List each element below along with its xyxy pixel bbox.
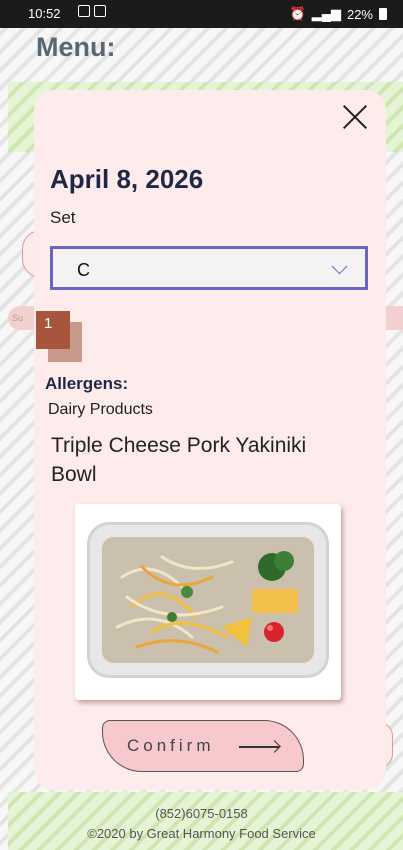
alarm-icon: ⏰ (289, 6, 306, 21)
close-icon[interactable] (338, 100, 372, 134)
status-time: 10:52 (28, 6, 61, 21)
status-bar: 10:52 ⏰ ▂▄▆ 22% (0, 0, 403, 28)
food-image (102, 537, 314, 663)
allergens-value: Dairy Products (48, 401, 153, 418)
check-notification-icon (94, 5, 106, 17)
bento-tray-image (87, 522, 329, 678)
set-label: Set (50, 208, 76, 227)
footer-band (8, 792, 403, 850)
confirm-label: Confirm (127, 736, 215, 755)
footer-phone: (852)6075-0158 (155, 806, 248, 821)
footer-copyright: ©2020 by Great Harmony Food Service (87, 826, 316, 841)
set-selected-value: C (77, 260, 90, 280)
allergens-title: Allergens: (45, 374, 129, 393)
battery-icon (379, 8, 387, 20)
image-notification-icon (78, 5, 90, 17)
set-select[interactable]: C (50, 246, 368, 290)
battery-level: 22% (346, 6, 373, 22)
page-title: Menu: (36, 32, 116, 62)
arrow-right-icon (239, 746, 279, 748)
status-indicators: ⏰ ▂▄▆ 22% (290, 6, 387, 22)
confirm-button[interactable]: Confirm (102, 720, 304, 772)
chevron-down-icon (331, 258, 348, 275)
food-illustration (102, 537, 314, 663)
item-number-badge: 1 (36, 311, 70, 349)
notification-icons (78, 5, 106, 17)
dish-photo (75, 504, 341, 700)
modal-date: April 8, 2026 (50, 164, 204, 194)
dish-name: Triple Cheese Pork Yakiniki Bowl (51, 434, 307, 486)
signal-icon: ▂▄▆ (311, 6, 341, 21)
